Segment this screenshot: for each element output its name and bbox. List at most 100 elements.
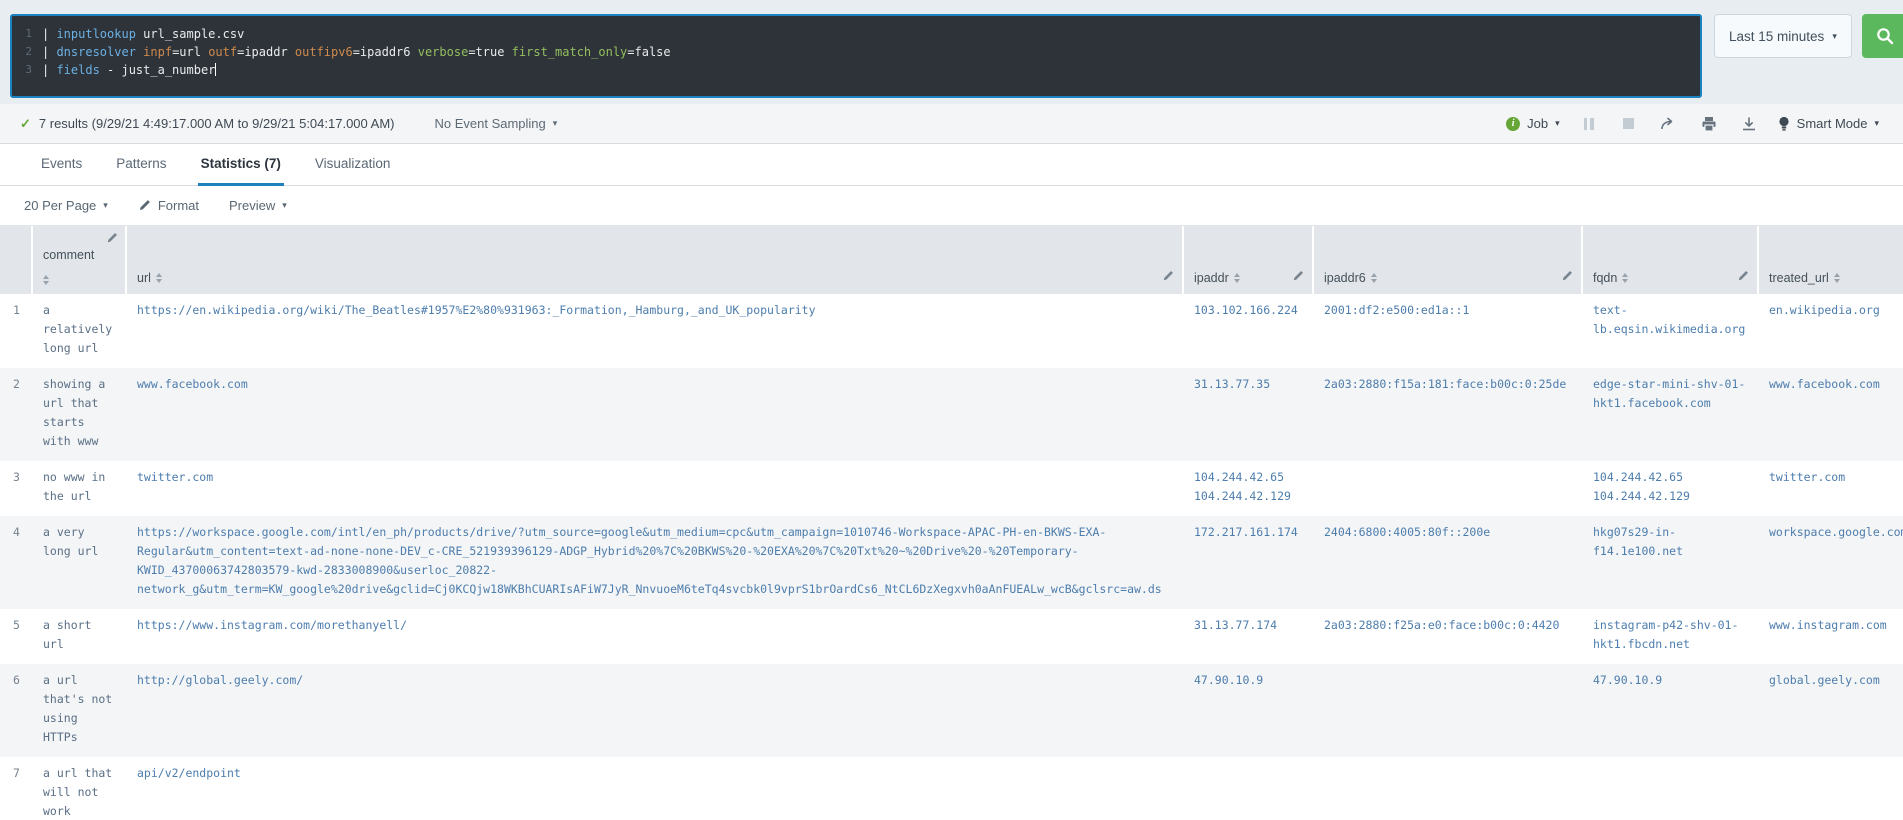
- cell-comment[interactable]: a very long url: [33, 516, 127, 609]
- cell-ipaddr[interactable]: 104.244.42.65 104.244.42.129: [1184, 461, 1314, 516]
- cell-comment[interactable]: no www in the url: [33, 461, 127, 516]
- cell-treated_url: [1759, 757, 1903, 820]
- pause-button[interactable]: [1578, 113, 1600, 135]
- line-number: 1: [25, 27, 32, 40]
- sort-icon: [1233, 272, 1240, 283]
- cell-row-number: 3: [13, 470, 20, 484]
- table-row: 1 a relatively long url https://en.wikiped…: [0, 294, 1903, 368]
- pencil-icon[interactable]: [1737, 270, 1749, 282]
- table-body: 1 a relatively long url https://en.wikiped…: [0, 294, 1903, 820]
- caret-down-icon: ▾: [552, 118, 558, 128]
- column-header-fqdn[interactable]: fqdn: [1583, 226, 1759, 294]
- text-cursor: [215, 63, 217, 76]
- sort-icon: [43, 275, 49, 285]
- cell-ipaddr[interactable]: 172.217.161.174: [1184, 516, 1314, 609]
- cell-fqdn[interactable]: hkg07s29-in- f14.1e100.net: [1583, 516, 1759, 609]
- per-page-dropdown[interactable]: 20 Per Page ▾: [24, 198, 108, 213]
- cell-row-number: 6: [13, 673, 20, 687]
- cell-fqdn[interactable]: instagram-p42-shv-01- hkt1.fbcdn.net: [1583, 609, 1759, 664]
- query-text: | dnsresolver inpf=url outf=ipaddr outfi…: [42, 45, 671, 59]
- cell-ipaddr6[interactable]: 2a03:2880:f25a:e0:face:b00c:0:4420: [1314, 609, 1583, 664]
- column-header-comment[interactable]: comment: [33, 226, 127, 294]
- search-section: 1 | inputlookup url_sample.csv 2 | dnsresol…: [0, 0, 1903, 104]
- cell-comment[interactable]: a url that will not work: [33, 757, 127, 820]
- format-button[interactable]: Format: [138, 198, 199, 213]
- cell-fqdn[interactable]: text- lb.eqsin.wikimedia.org: [1583, 294, 1759, 368]
- tab-patterns[interactable]: Patterns: [113, 144, 169, 186]
- cell-row-number: 5: [13, 618, 20, 632]
- time-range-picker[interactable]: Last 15 minutes ▾: [1714, 14, 1852, 58]
- cell-ipaddr[interactable]: 31.13.77.35: [1184, 368, 1314, 461]
- column-header-url[interactable]: url: [127, 226, 1184, 294]
- share-button[interactable]: [1658, 113, 1680, 135]
- tab-events[interactable]: Events: [38, 144, 85, 186]
- pencil-icon[interactable]: [1162, 270, 1174, 282]
- cell-fqdn[interactable]: edge-star-mini-shv-01- hkt1.facebook.com: [1583, 368, 1759, 461]
- column-header-treated_url[interactable]: treated_url: [1759, 226, 1903, 294]
- cell-url[interactable]: twitter.com: [127, 461, 1184, 516]
- cell-ipaddr6: [1314, 461, 1583, 516]
- preview-dropdown[interactable]: Preview ▾: [229, 198, 287, 213]
- cell-comment[interactable]: a short url: [33, 609, 127, 664]
- cell-comment[interactable]: a url that's not using HTTPs: [33, 664, 127, 757]
- column-header-label: ipaddr: [1194, 270, 1229, 285]
- cell-fqdn[interactable]: 104.244.42.65 104.244.42.129: [1583, 461, 1759, 516]
- caret-down-icon: ▾: [103, 200, 108, 210]
- sort-icon: [1622, 272, 1629, 283]
- column-header-ipaddr[interactable]: ipaddr: [1184, 226, 1314, 294]
- lightbulb-icon: [1778, 116, 1790, 132]
- column-header-label: ipaddr6: [1324, 270, 1366, 285]
- column-header-label: fqdn: [1593, 270, 1618, 285]
- cell-url[interactable]: https://www.instagram.com/morethanyell/: [127, 609, 1184, 664]
- cell-comment[interactable]: a relatively long url: [33, 294, 127, 368]
- sort-icon: [1370, 272, 1377, 283]
- splunk-search-app: 1 | inputlookup url_sample.csv 2 | dnsresol…: [0, 0, 1903, 820]
- cell-ipaddr[interactable]: 103.102.166.224: [1184, 294, 1314, 368]
- tab-statistics[interactable]: Statistics (7): [197, 144, 284, 186]
- cell-ipaddr[interactable]: 47.90.10.9: [1184, 664, 1314, 757]
- cell-treated_url[interactable]: twitter.com: [1759, 461, 1903, 516]
- search-button[interactable]: [1861, 14, 1903, 58]
- cell-ipaddr: [1184, 757, 1314, 820]
- stop-button[interactable]: [1618, 113, 1640, 135]
- cell-treated_url[interactable]: www.facebook.com: [1759, 368, 1903, 461]
- event-sampling-label: No Event Sampling: [434, 116, 546, 131]
- cell-ipaddr[interactable]: 31.13.77.174: [1184, 609, 1314, 664]
- job-menu[interactable]: i Job ▾: [1506, 116, 1560, 131]
- results-tabs: Events Patterns Statistics (7) Visualizatio…: [0, 144, 1903, 186]
- cell-fqdn: [1583, 757, 1759, 820]
- cell-ipaddr6[interactable]: 2404:6800:4005:80f::200e: [1314, 516, 1583, 609]
- cell-ipaddr6[interactable]: 2a03:2880:f15a:181:face:b00c:0:25de: [1314, 368, 1583, 461]
- sort-icon: [155, 272, 162, 283]
- export-button[interactable]: [1738, 113, 1760, 135]
- line-number: 2: [25, 45, 32, 58]
- format-label: Format: [157, 198, 199, 213]
- cell-url[interactable]: www.facebook.com: [127, 368, 1184, 461]
- cell-url[interactable]: https://workspace.google.com/intl/en_ph/…: [127, 516, 1184, 609]
- cell-fqdn[interactable]: 47.90.10.9: [1583, 664, 1759, 757]
- event-sampling-dropdown[interactable]: No Event Sampling ▾: [434, 116, 557, 131]
- cell-comment[interactable]: showing a url that starts with www: [33, 368, 127, 461]
- cell-ipaddr6[interactable]: 2001:df2:e500:ed1a::1: [1314, 294, 1583, 368]
- pencil-icon[interactable]: [106, 232, 118, 244]
- cell-ipaddr6: [1314, 757, 1583, 820]
- cell-treated_url[interactable]: www.instagram.com: [1759, 609, 1903, 664]
- search-query-editor[interactable]: 1 | inputlookup url_sample.csv 2 | dnsresol…: [10, 14, 1702, 98]
- cell-url[interactable]: api/v2/endpoint: [127, 757, 1184, 820]
- caret-down-icon: ▾: [282, 200, 287, 210]
- cell-url[interactable]: https://en.wikipedia.org/wiki/The_Beatle…: [127, 294, 1184, 368]
- cell-treated_url[interactable]: workspace.google.com: [1759, 516, 1903, 609]
- print-button[interactable]: [1698, 113, 1720, 135]
- search-query-lines: 1 | inputlookup url_sample.csv 2 | dnsresol…: [12, 25, 1700, 79]
- search-mode-selector[interactable]: Smart Mode ▾: [1778, 116, 1879, 132]
- results-summary: 7 results (9/29/21 4:49:17.000 AM to 9/2…: [38, 116, 395, 131]
- cell-url[interactable]: http://global.geely.com/: [127, 664, 1184, 757]
- time-range-label: Last 15 minutes: [1729, 28, 1825, 44]
- cell-treated_url[interactable]: global.geely.com: [1759, 664, 1903, 757]
- pencil-icon[interactable]: [1292, 270, 1304, 282]
- cell-treated_url[interactable]: en.wikipedia.org: [1759, 294, 1903, 368]
- print-icon: [1701, 116, 1717, 132]
- column-header-ipaddr6[interactable]: ipaddr6: [1314, 226, 1583, 294]
- tab-visualization[interactable]: Visualization: [312, 144, 394, 186]
- pencil-icon[interactable]: [1561, 270, 1573, 282]
